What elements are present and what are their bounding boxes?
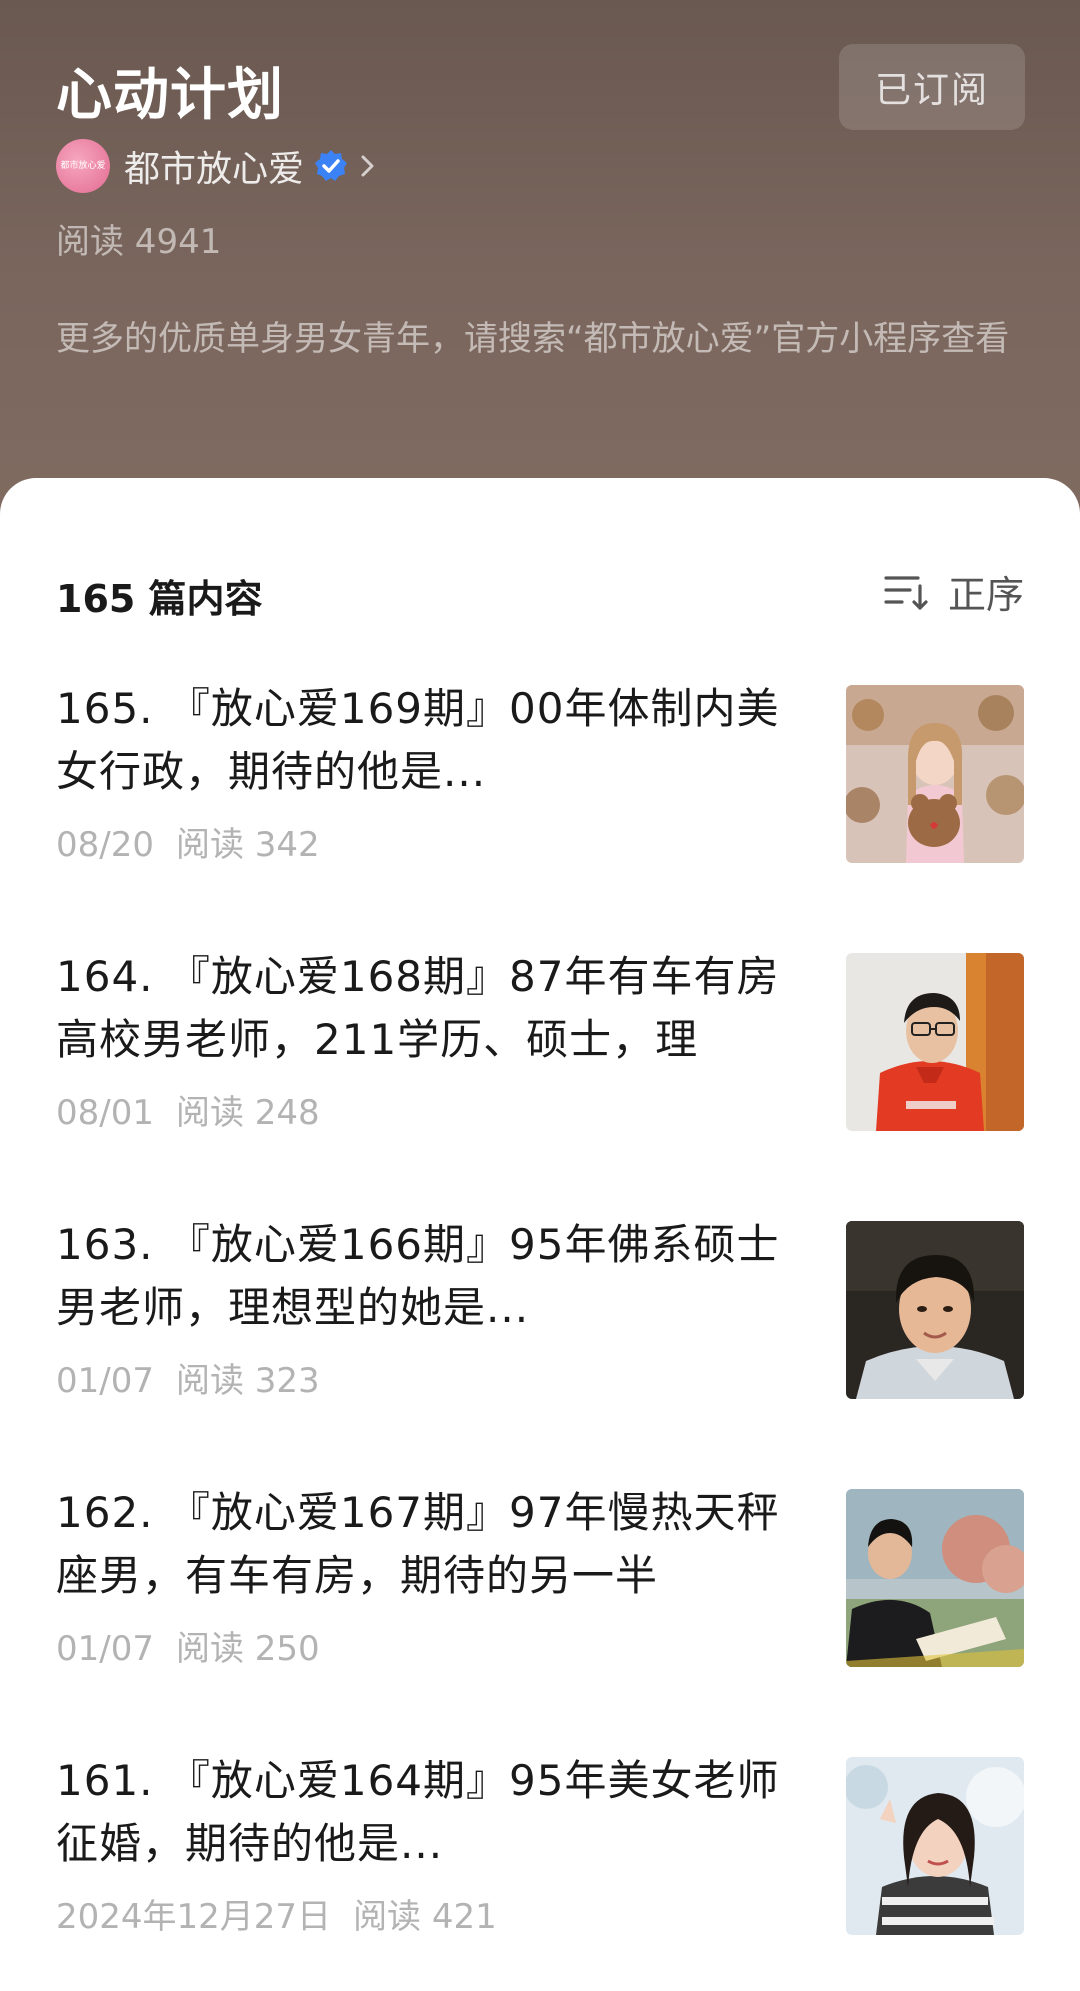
article-meta: 08/20 阅读 342: [56, 817, 320, 866]
article-meta: 01/07 阅读 323: [56, 1353, 320, 1402]
article-title: 163. 『放心爱166期』95年佛系硕士男老师，理想型的她是...: [56, 1220, 780, 1332]
article-date: 2024年12月27日: [56, 1897, 332, 1937]
article-reads: 阅读 248: [175, 1093, 320, 1133]
sort-label: 正序: [947, 573, 1024, 617]
article-title: 165. 『放心爱169期』00年体制内美女行政，期待的他是...: [56, 684, 780, 796]
article-item[interactable]: 163. 『放心爱166期』95年佛系硕士男老师，理想型的她是... 01/07…: [56, 1220, 1024, 1402]
article-meta: 01/07 阅读 250: [56, 1621, 320, 1670]
account-name: 都市放心爱: [124, 149, 305, 190]
article-list-panel: 165 篇内容 正序 165. 『放心爱169期』00年体制内美女行政，期待的他…: [0, 478, 1080, 1991]
chevron-right-icon: [361, 155, 374, 177]
article-thumbnail: [846, 1757, 1024, 1935]
article-reads: 阅读 250: [175, 1629, 320, 1669]
article-reads: 阅读 421: [353, 1897, 497, 1937]
account-link[interactable]: 都市放心爱 都市放心爱: [56, 138, 378, 194]
article-item[interactable]: 162. 『放心爱167期』97年慢热天秤座男，有车有房，期待的另一半 01/0…: [56, 1488, 1024, 1670]
article-date: 08/20: [56, 825, 154, 865]
article-item[interactable]: 164. 『放心爱168期』87年有车有房高校男老师，211学历、硕士，理 08…: [56, 952, 1024, 1134]
article-title: 164. 『放心爱168期』87年有车有房高校男老师，211学历、硕士，理: [56, 952, 780, 1064]
article-thumbnail: [846, 953, 1024, 1131]
article-item[interactable]: 161. 『放心爱164期』95年美女老师征婚，期待的他是... 2024年12…: [56, 1756, 1024, 1938]
article-thumbnail: [846, 1489, 1024, 1667]
article-reads: 阅读 323: [175, 1361, 320, 1401]
article-reads: 阅读 342: [175, 825, 320, 865]
sort-order-button[interactable]: 正序: [884, 564, 1024, 619]
article-date: 01/07: [56, 1629, 154, 1669]
article-thumbnail: [846, 685, 1024, 863]
verified-badge-icon: [315, 150, 348, 181]
article-title: 161. 『放心爱164期』95年美女老师征婚，期待的他是...: [56, 1756, 780, 1868]
article-item[interactable]: 165. 『放心爱169期』00年体制内美女行政，期待的他是... 08/20 阅…: [56, 684, 1024, 866]
article-thumbnail: [846, 1221, 1024, 1399]
album-title: 心动计划: [56, 63, 284, 128]
article-date: 01/07: [56, 1361, 154, 1401]
album-header: 心动计划 已订阅 都市放心爱 都市放心爱 阅读 4941 更多的优质单身男女青年…: [0, 0, 1080, 520]
subscribed-button[interactable]: 已订阅: [839, 44, 1025, 130]
sort-icon: [884, 575, 928, 610]
article-meta: 2024年12月27日 阅读 421: [56, 1889, 497, 1938]
article-count: 165 篇内容: [56, 577, 263, 621]
album-read-count: 阅读 4941: [56, 222, 222, 262]
account-avatar: 都市放心爱: [56, 139, 110, 193]
article-meta: 08/01 阅读 248: [56, 1085, 320, 1134]
article-title: 162. 『放心爱167期』97年慢热天秤座男，有车有房，期待的另一半: [56, 1488, 780, 1600]
article-date: 08/01: [56, 1093, 154, 1133]
album-description: 更多的优质单身男女青年，请搜索“都市放心爱”官方小程序查看: [56, 319, 1010, 359]
